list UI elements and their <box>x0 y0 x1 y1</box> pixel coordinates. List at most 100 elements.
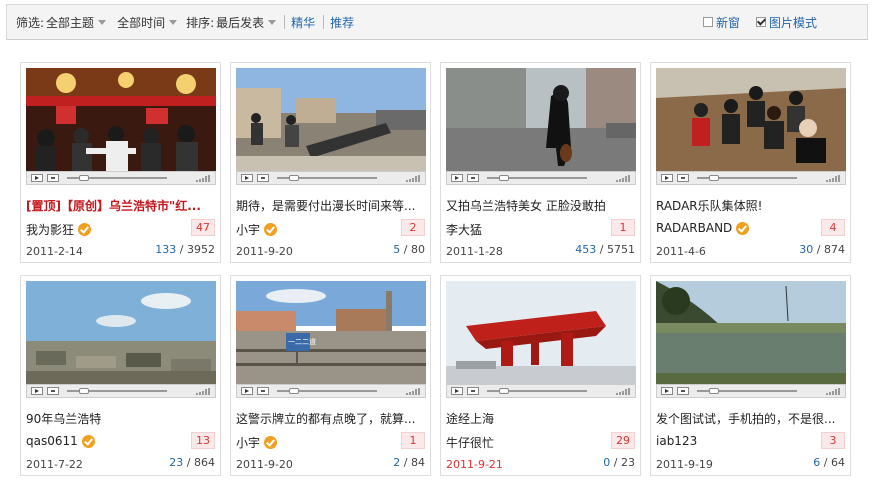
thread-title[interactable]: 又拍乌兰浩特美女 正脸没敢拍 <box>446 197 636 214</box>
progress-handle[interactable] <box>499 175 509 181</box>
image-mode-checkbox[interactable] <box>755 17 766 27</box>
thread-thumbnail[interactable]: 一二二道 <box>236 281 426 384</box>
thread-card[interactable]: [置顶]【原创】乌兰浩特市"红... 我为影狂 47 2011-2-14 133… <box>20 62 221 263</box>
new-window-toggle[interactable]: 新窗 <box>702 14 740 31</box>
video-player-bar[interactable] <box>446 384 636 398</box>
video-player-bar[interactable] <box>656 171 846 185</box>
thread-card[interactable]: 一二二道 这警示牌立的都有点晚了，就算... 小宇 1 2011-9-20 2 … <box>230 275 431 476</box>
stop-icon[interactable] <box>677 387 689 395</box>
author-name[interactable]: 牛仔很忙 <box>446 434 494 451</box>
stop-icon[interactable] <box>467 174 479 182</box>
new-window-checkbox[interactable] <box>702 17 713 27</box>
thread-title[interactable]: 途经上海 <box>446 410 636 427</box>
sort-dropdown[interactable]: 最后发表 <box>216 14 264 31</box>
thread-date: 2011-9-20 <box>236 458 293 471</box>
thread-title[interactable]: 期待，是需要付出漫长时间来等... <box>236 197 426 214</box>
thread-author[interactable]: qas0611 <box>26 434 95 448</box>
play-icon[interactable] <box>661 387 673 395</box>
volume-icon[interactable] <box>406 388 420 395</box>
featured-link[interactable]: 精华 <box>291 14 315 31</box>
progress-handle[interactable] <box>709 175 719 181</box>
stop-icon[interactable] <box>47 174 59 182</box>
reply-count-badge: 3 <box>821 432 845 449</box>
video-player-bar[interactable] <box>446 171 636 185</box>
author-name[interactable]: iab123 <box>656 434 697 448</box>
thread-thumbnail[interactable] <box>26 68 216 171</box>
thread-title[interactable]: 这警示牌立的都有点晚了，就算... <box>236 410 426 427</box>
filter-time[interactable]: 全部时间 <box>115 14 178 31</box>
video-player-bar[interactable] <box>656 384 846 398</box>
author-name[interactable]: qas0611 <box>26 434 78 448</box>
new-window-label: 新窗 <box>715 15 740 30</box>
thread-title[interactable]: RADAR乐队集体照! <box>656 197 846 214</box>
thread-thumbnail[interactable] <box>656 68 846 171</box>
author-name[interactable]: 我为影狂 <box>26 221 74 238</box>
thread-author[interactable]: RADARBAND <box>656 221 750 235</box>
author-name[interactable]: 李大猛 <box>446 221 482 238</box>
volume-icon[interactable] <box>196 175 210 182</box>
thread-author[interactable]: 牛仔很忙 <box>446 434 494 451</box>
image-mode-toggle[interactable]: 图片模式 <box>755 14 817 31</box>
thread-author[interactable]: 我为影狂 <box>26 221 92 238</box>
volume-icon[interactable] <box>406 175 420 182</box>
thread-author[interactable]: 李大猛 <box>446 221 482 238</box>
video-player-bar[interactable] <box>26 171 216 185</box>
play-icon[interactable] <box>451 387 463 395</box>
progress-handle[interactable] <box>79 388 89 394</box>
thread-title[interactable]: [置顶]【原创】乌兰浩特市"红... <box>26 197 216 214</box>
thread-thumbnail[interactable] <box>236 68 426 171</box>
stop-icon[interactable] <box>467 387 479 395</box>
play-icon[interactable] <box>31 174 43 182</box>
thread-title[interactable]: 发个图试试，手机拍的，不是很... <box>656 410 846 427</box>
play-icon[interactable] <box>241 387 253 395</box>
thread-author[interactable]: 小宇 <box>236 434 278 451</box>
progress-handle[interactable] <box>289 175 299 181</box>
thread-author[interactable]: 小宇 <box>236 221 278 238</box>
thread-author[interactable]: iab123 <box>656 434 697 448</box>
reply-count: 30 <box>799 243 814 256</box>
progress-handle[interactable] <box>289 388 299 394</box>
reply-count-badge: 1 <box>401 432 425 449</box>
volume-icon[interactable] <box>826 175 840 182</box>
stop-icon[interactable] <box>677 174 689 182</box>
stop-icon[interactable] <box>257 174 269 182</box>
progress-handle[interactable] <box>79 175 89 181</box>
thread-card[interactable]: 90年乌兰浩特 qas0611 13 2011-7-22 23 / 864 <box>20 275 221 476</box>
video-player-bar[interactable] <box>26 384 216 398</box>
author-name[interactable]: RADARBAND <box>656 221 732 235</box>
play-icon[interactable] <box>451 174 463 182</box>
video-player-bar[interactable] <box>236 384 426 398</box>
volume-icon[interactable] <box>616 388 630 395</box>
thread-thumbnail[interactable] <box>26 281 216 384</box>
video-player-bar[interactable] <box>236 171 426 185</box>
stop-icon[interactable] <box>47 387 59 395</box>
thread-card[interactable]: 发个图试试，手机拍的，不是很... iab123 3 2011-9-19 6 /… <box>650 275 851 476</box>
thread-thumbnail[interactable] <box>656 281 846 384</box>
play-icon[interactable] <box>241 174 253 182</box>
thread-thumbnail[interactable] <box>446 68 636 171</box>
filter-topic[interactable]: 筛选: 全部主题 <box>16 14 107 31</box>
filter-toolbar: 筛选: 全部主题 全部时间 排序: 最后发表 精华 推荐 新窗 图片模式 <box>6 4 868 40</box>
author-name[interactable]: 小宇 <box>236 221 260 238</box>
view-count: 80 <box>411 243 425 256</box>
thread-card[interactable]: 途经上海 牛仔很忙 29 2011-9-21 0 / 23 <box>440 275 641 476</box>
volume-icon[interactable] <box>616 175 630 182</box>
topic-dropdown[interactable]: 全部主题 <box>46 14 94 31</box>
recommend-link[interactable]: 推荐 <box>330 14 354 31</box>
play-icon[interactable] <box>31 387 43 395</box>
time-dropdown[interactable]: 全部时间 <box>117 14 165 31</box>
sort-control[interactable]: 排序: 最后发表 <box>186 14 277 31</box>
thread-card[interactable]: RADAR乐队集体照! RADARBAND 4 2011-4-6 30 / 87… <box>650 62 851 263</box>
author-name[interactable]: 小宇 <box>236 434 260 451</box>
thread-card[interactable]: 又拍乌兰浩特美女 正脸没敢拍 李大猛 1 2011-1-28 453 / 575… <box>440 62 641 263</box>
thread-card[interactable]: 期待，是需要付出漫长时间来等... 小宇 2 2011-9-20 5 / 80 <box>230 62 431 263</box>
progress-handle[interactable] <box>709 388 719 394</box>
volume-icon[interactable] <box>196 388 210 395</box>
progress-handle[interactable] <box>499 388 509 394</box>
stop-icon[interactable] <box>257 387 269 395</box>
thread-title[interactable]: 90年乌兰浩特 <box>26 410 216 427</box>
thread-thumbnail[interactable] <box>446 281 636 384</box>
play-icon[interactable] <box>661 174 673 182</box>
reply-count: 5 <box>393 243 401 256</box>
volume-icon[interactable] <box>826 388 840 395</box>
